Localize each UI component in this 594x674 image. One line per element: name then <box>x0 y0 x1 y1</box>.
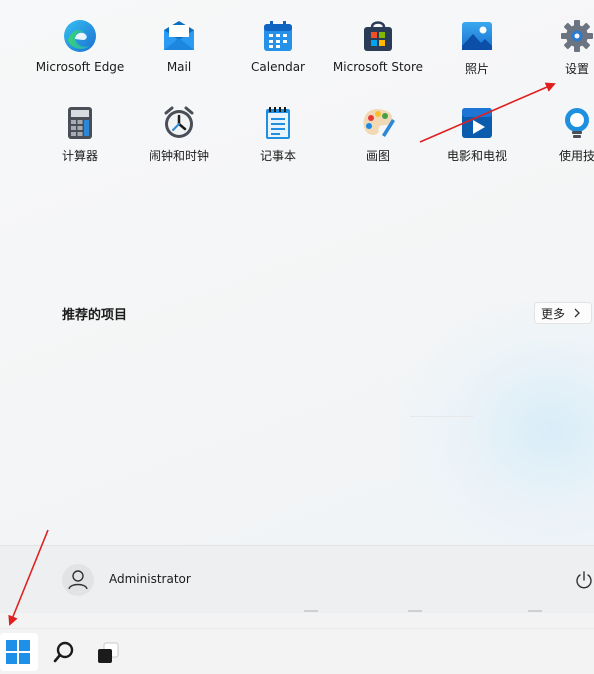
clock-icon <box>161 105 197 141</box>
task-view-icon <box>96 641 120 665</box>
app-label: Microsoft Edge <box>35 60 125 74</box>
edge-icon <box>62 18 98 54</box>
task-view-button[interactable] <box>88 633 126 671</box>
tick-mark <box>528 610 542 612</box>
app-label: 使用技 <box>558 149 594 163</box>
app-microsoft-edge[interactable]: Microsoft Edge <box>25 18 135 74</box>
start-footer: Administrator <box>0 545 594 613</box>
app-label: 闹钟和时钟 <box>148 149 209 163</box>
more-button-label: 更多 <box>541 306 566 321</box>
app-calendar[interactable]: Calendar <box>223 18 333 74</box>
app-calculator[interactable]: 计算器 <box>25 105 135 164</box>
taskbar-search-button[interactable] <box>44 633 82 671</box>
app-mail[interactable]: Mail <box>124 18 234 74</box>
app-label: 记事本 <box>259 149 296 163</box>
gear-icon <box>559 18 594 54</box>
user-name[interactable]: Administrator <box>109 572 191 586</box>
store-icon <box>360 18 396 54</box>
taskbar <box>0 628 594 674</box>
photos-icon <box>459 18 495 54</box>
app-label: 设置 <box>564 62 589 76</box>
avatar[interactable] <box>62 564 94 596</box>
more-button[interactable]: 更多 <box>534 302 592 324</box>
tick-mark <box>304 610 318 612</box>
start-menu: Microsoft Edge Mail Calendar Microsoft S… <box>0 0 594 613</box>
app-label: 电影和电视 <box>446 149 507 163</box>
tick-mark <box>408 610 422 612</box>
app-label: 照片 <box>464 62 489 76</box>
power-icon[interactable] <box>574 570 594 590</box>
start-button[interactable] <box>0 633 38 671</box>
app-label: Mail <box>166 60 192 74</box>
app-label: Microsoft Store <box>332 60 424 74</box>
notepad-icon <box>260 105 296 141</box>
app-label: 画图 <box>365 149 390 163</box>
recommended-title: 推荐的项目 <box>62 308 128 323</box>
app-label: 计算器 <box>61 149 98 163</box>
app-photos[interactable]: 照片 <box>422 18 532 77</box>
calculator-icon <box>62 105 98 141</box>
app-notepad[interactable]: 记事本 <box>223 105 333 164</box>
movies-icon <box>459 105 495 141</box>
paint-icon <box>360 105 396 141</box>
calendar-icon <box>260 18 296 54</box>
faint-divider <box>410 416 474 417</box>
app-alarms-clock[interactable]: 闹钟和时钟 <box>124 105 234 164</box>
app-paint[interactable]: 画图 <box>323 105 433 164</box>
search-icon <box>52 640 76 664</box>
windows-logo-icon <box>6 640 30 664</box>
chevron-right-icon <box>573 308 581 318</box>
background-glow <box>400 300 594 560</box>
app-tips[interactable]: 使用技 <box>522 105 594 164</box>
app-settings[interactable]: 设置 <box>522 18 594 77</box>
tips-icon <box>559 105 594 141</box>
mail-icon <box>161 18 197 54</box>
app-label: Calendar <box>251 60 305 74</box>
app-movies-tv[interactable]: 电影和电视 <box>422 105 532 164</box>
app-microsoft-store[interactable]: Microsoft Store <box>323 18 433 74</box>
